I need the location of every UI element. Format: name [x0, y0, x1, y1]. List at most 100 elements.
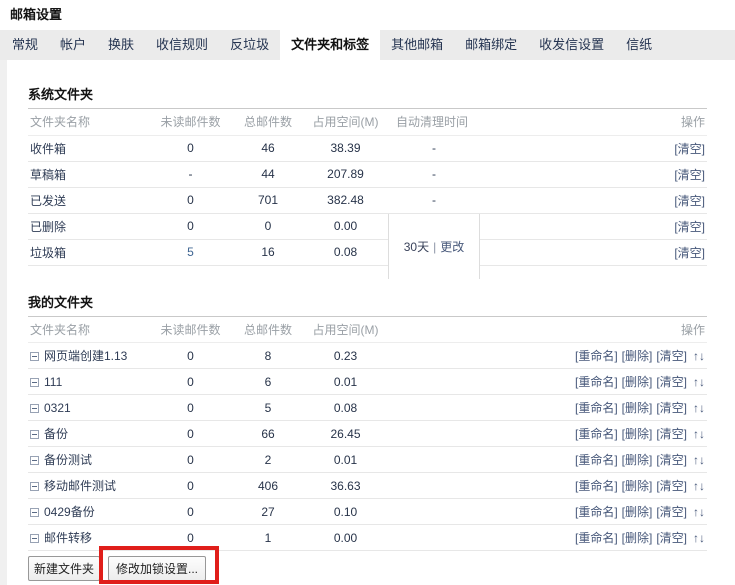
- move-down-arrow[interactable]: ↓: [699, 375, 705, 389]
- clear-link[interactable]: [清空]: [656, 427, 687, 441]
- col-header-actions: 操作: [480, 109, 707, 135]
- clear-link[interactable]: [清空]: [674, 142, 705, 156]
- collapse-icon[interactable]: [30, 378, 39, 387]
- my-folder-row: 备份测试 0 2 0.01 [重命名][删除][清空]↑↓: [28, 447, 707, 473]
- space-used: 382.48: [303, 187, 388, 213]
- folder-name: 111: [44, 375, 62, 389]
- tab-other-mailbox[interactable]: 其他邮箱: [380, 30, 454, 60]
- rename-link[interactable]: [重命名]: [575, 453, 618, 467]
- move-down-arrow[interactable]: ↓: [699, 401, 705, 415]
- autoclean-value: -: [388, 135, 480, 161]
- col-header-total: 总邮件数: [233, 317, 303, 343]
- collapse-icon[interactable]: [30, 456, 39, 465]
- clear-link[interactable]: [清空]: [674, 194, 705, 208]
- rename-link[interactable]: [重命名]: [575, 401, 618, 415]
- unread-count[interactable]: 5: [148, 239, 233, 265]
- col-header-autoclean: 自动清理时间: [388, 109, 480, 135]
- col-header-unread: 未读邮件数: [148, 317, 233, 343]
- clear-link[interactable]: [清空]: [674, 220, 705, 234]
- clear-link[interactable]: [清空]: [656, 375, 687, 389]
- clear-link[interactable]: [清空]: [656, 349, 687, 363]
- tab-account[interactable]: 帐户: [49, 30, 97, 60]
- collapse-icon[interactable]: [30, 352, 39, 361]
- rename-link[interactable]: [重命名]: [575, 375, 618, 389]
- clear-link[interactable]: [清空]: [674, 246, 705, 260]
- my-folders-table: 文件夹名称 未读邮件数 总邮件数 占用空间(M) 操作 网页端创建1.13 0 …: [28, 317, 707, 552]
- clear-link[interactable]: [清空]: [656, 505, 687, 519]
- collapse-icon[interactable]: [30, 482, 39, 491]
- move-down-arrow[interactable]: ↓: [699, 453, 705, 467]
- space-used: 0.08: [303, 239, 388, 265]
- tab-antispam[interactable]: 反垃圾: [219, 30, 280, 60]
- delete-link[interactable]: [删除]: [622, 349, 653, 363]
- total-count: 16: [233, 239, 303, 265]
- total-count: 46: [233, 135, 303, 161]
- bottom-buttons-row: 新建文件夹 修改加锁设置...: [28, 556, 707, 581]
- space-used: 0.00: [303, 525, 388, 551]
- collapse-icon[interactable]: [30, 534, 39, 543]
- clear-link[interactable]: [清空]: [656, 453, 687, 467]
- delete-link[interactable]: [删除]: [622, 401, 653, 415]
- unread-count: 0: [148, 343, 233, 369]
- move-down-arrow[interactable]: ↓: [699, 427, 705, 441]
- delete-link[interactable]: [删除]: [622, 505, 653, 519]
- total-count: 6: [233, 369, 303, 395]
- space-used: 0.00: [303, 213, 388, 239]
- collapse-icon[interactable]: [30, 508, 39, 517]
- tab-stationery[interactable]: 信纸: [615, 30, 663, 60]
- delete-link[interactable]: [删除]: [622, 427, 653, 441]
- space-used: 26.45: [303, 421, 388, 447]
- clear-link[interactable]: [清空]: [656, 531, 687, 545]
- settings-tabbar: 常规 帐户 换肤 收信规则 反垃圾 文件夹和标签 其他邮箱 邮箱绑定 收发信设置…: [0, 30, 735, 60]
- system-table-header-row: 文件夹名称 未读邮件数 总邮件数 占用空间(M) 自动清理时间 操作: [28, 109, 707, 135]
- tab-send-receive-settings[interactable]: 收发信设置: [528, 30, 615, 60]
- new-folder-button[interactable]: 新建文件夹: [28, 556, 100, 581]
- tab-mailbox-binding[interactable]: 邮箱绑定: [454, 30, 528, 60]
- folder-name: 草稿箱: [28, 161, 148, 187]
- rename-link[interactable]: [重命名]: [575, 349, 618, 363]
- table-row-junk: 垃圾箱 5 16 0.08 [清空]: [28, 239, 707, 265]
- left-edge-strip: [0, 60, 7, 585]
- clear-link[interactable]: [清空]: [656, 401, 687, 415]
- delete-link[interactable]: [删除]: [622, 531, 653, 545]
- unread-count: 0: [148, 135, 233, 161]
- move-down-arrow[interactable]: ↓: [699, 531, 705, 545]
- total-count: 8: [233, 343, 303, 369]
- col-header-folder-name: 文件夹名称: [28, 109, 148, 135]
- rename-link[interactable]: [重命名]: [575, 479, 618, 493]
- tab-folders-and-labels[interactable]: 文件夹和标签: [280, 30, 380, 60]
- move-down-arrow[interactable]: ↓: [699, 349, 705, 363]
- total-count: 5: [233, 395, 303, 421]
- autoclean-separator: |: [433, 240, 436, 254]
- tab-general[interactable]: 常规: [1, 30, 49, 60]
- modify-lock-settings-button[interactable]: 修改加锁设置...: [108, 556, 206, 581]
- col-header-space: 占用空间(M): [303, 109, 388, 135]
- delete-link[interactable]: [删除]: [622, 479, 653, 493]
- unread-count: 0: [148, 473, 233, 499]
- collapse-icon[interactable]: [30, 404, 39, 413]
- move-down-arrow[interactable]: ↓: [699, 505, 705, 519]
- collapse-icon[interactable]: [30, 430, 39, 439]
- my-folder-row: 移动邮件测试 0 406 36.63 [重命名][删除][清空]↑↓: [28, 473, 707, 499]
- folder-name: 0429备份: [44, 505, 95, 519]
- rename-link[interactable]: [重命名]: [575, 427, 618, 441]
- rename-link[interactable]: [重命名]: [575, 531, 618, 545]
- clear-link[interactable]: [清空]: [656, 479, 687, 493]
- move-down-arrow[interactable]: ↓: [699, 479, 705, 493]
- col-header-unread: 未读邮件数: [148, 109, 233, 135]
- tab-receive-rules[interactable]: 收信规则: [145, 30, 219, 60]
- delete-link[interactable]: [删除]: [622, 453, 653, 467]
- folder-name: 0321: [44, 401, 71, 415]
- space-used: 0.10: [303, 499, 388, 525]
- autoclean-change-link[interactable]: 更改: [440, 238, 464, 255]
- rename-link[interactable]: [重命名]: [575, 505, 618, 519]
- delete-link[interactable]: [删除]: [622, 375, 653, 389]
- tab-skin[interactable]: 换肤: [97, 30, 145, 60]
- my-table-header-row: 文件夹名称 未读邮件数 总邮件数 占用空间(M) 操作: [28, 317, 707, 343]
- space-used: 0.08: [303, 395, 388, 421]
- folder-name: 网页端创建1.13: [44, 349, 127, 363]
- table-row-sent: 已发送 0 701 382.48 - [清空]: [28, 187, 707, 213]
- clear-link[interactable]: [清空]: [674, 168, 705, 182]
- col-header-actions: 操作: [388, 317, 707, 343]
- space-used: 0.01: [303, 369, 388, 395]
